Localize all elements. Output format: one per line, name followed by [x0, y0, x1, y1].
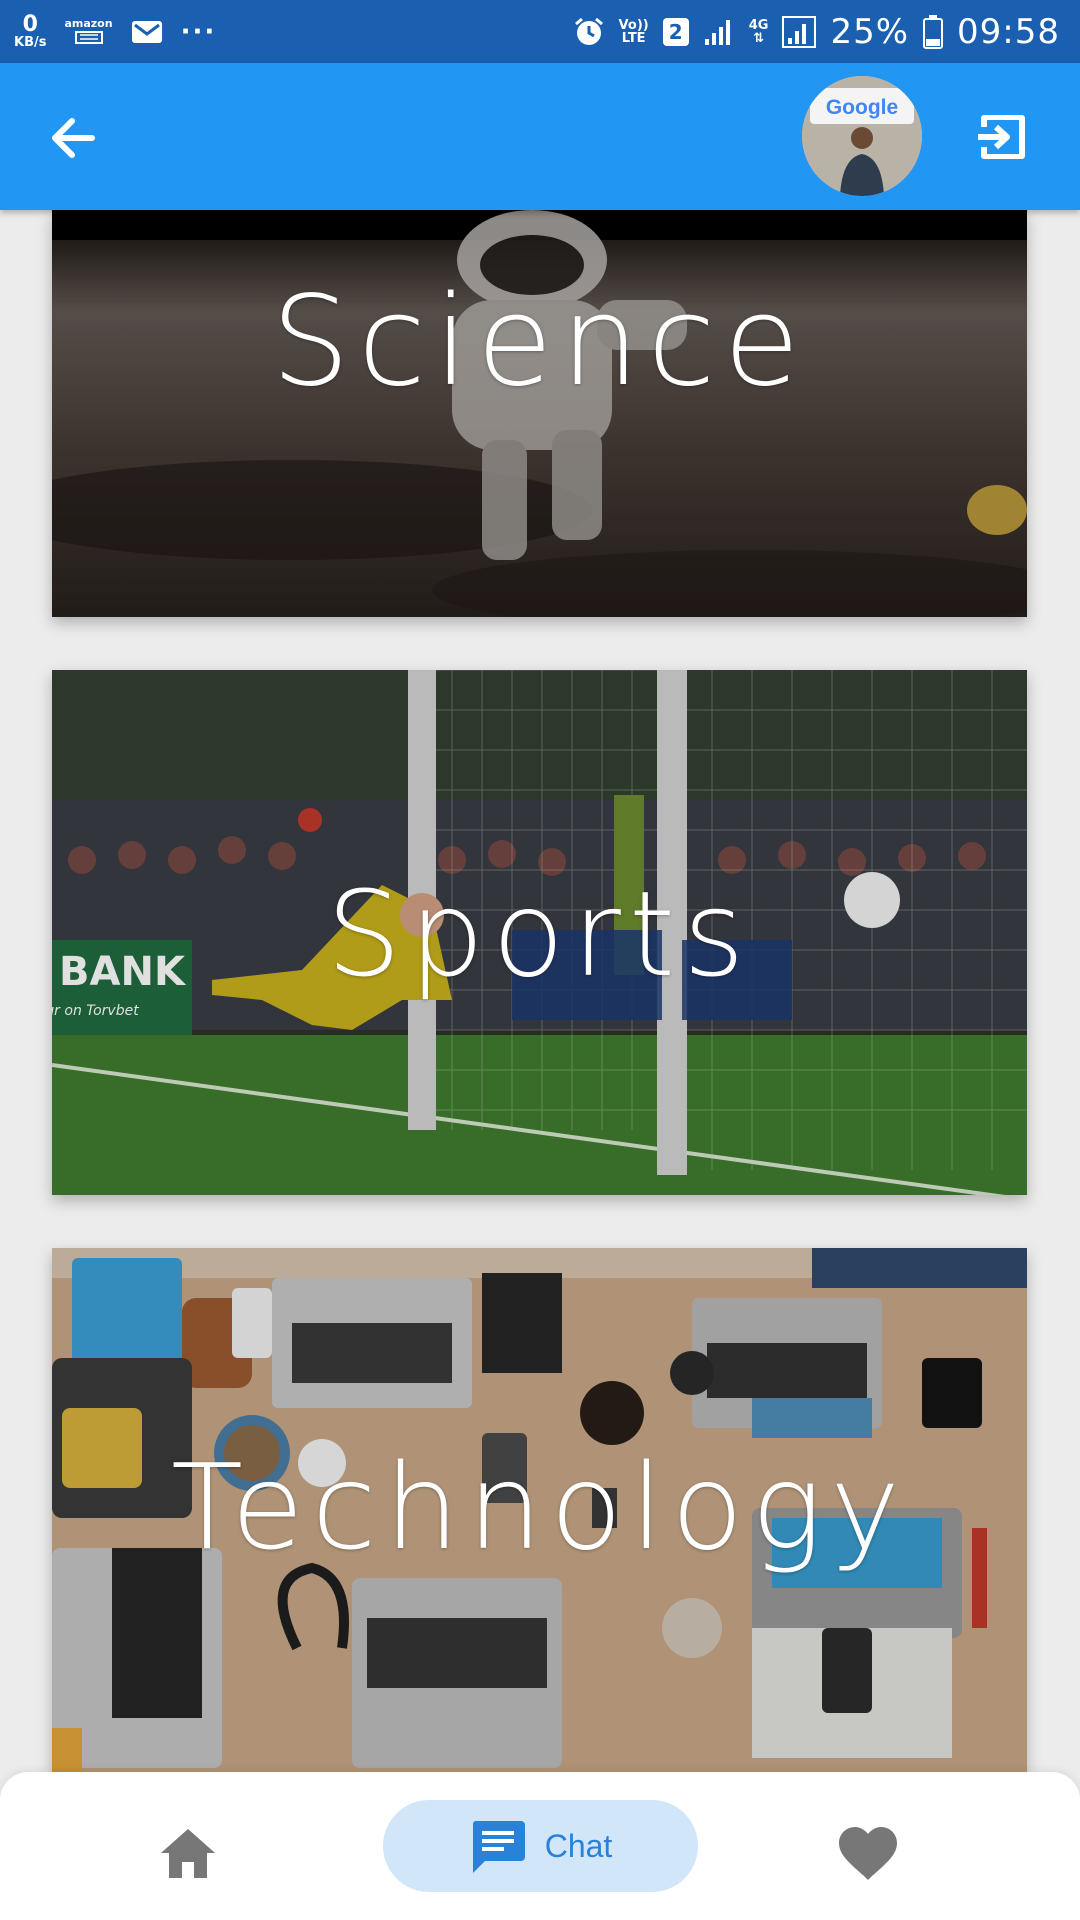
app-bar: Google [0, 63, 1080, 210]
category-card-sports[interactable]: BANK ur on Torvbet Sports [52, 670, 1027, 1195]
battery-icon [923, 14, 944, 49]
speed-value: 0 [22, 12, 38, 37]
speed-unit: KB/s [14, 35, 47, 50]
volte-indicator: Vo)) LTE [619, 19, 649, 45]
home-icon[interactable] [159, 1826, 217, 1880]
bottom-navigation: Chat [0, 1772, 1080, 1920]
logout-icon[interactable] [974, 109, 1030, 165]
arrow-back-icon[interactable] [46, 111, 100, 165]
heart-icon[interactable] [838, 1826, 898, 1882]
nav-chat-label: Chat [544, 1827, 613, 1864]
sim-badge: 2 [662, 17, 689, 46]
card-title-technology: Technology [171, 1438, 908, 1576]
signal-icon [782, 15, 817, 48]
alarm-icon [574, 17, 603, 45]
clock: 09:58 [957, 11, 1060, 52]
nav-chat-button[interactable]: Chat [383, 1800, 698, 1892]
amazon-label: amazon [64, 17, 113, 31]
battery-percent: 25% [830, 11, 910, 52]
network-label: 4G [748, 17, 769, 33]
network-type: 4G ⇅ [748, 17, 769, 46]
avatar[interactable]: Google [802, 76, 922, 196]
signal-icon [704, 19, 730, 45]
amazon-icon: amazon [64, 17, 113, 44]
network-speed: 0 KB/s [14, 12, 47, 50]
card-title-science: Science [271, 270, 808, 414]
volte-top: Vo)) [618, 17, 649, 33]
category-card-science[interactable]: Science [52, 210, 1027, 617]
category-card-technology[interactable]: Technology [52, 1248, 1027, 1772]
chat-icon [472, 1821, 525, 1873]
mail-icon [131, 20, 162, 43]
volte-bottom: LTE [621, 30, 646, 46]
more-notifications: ··· [180, 16, 217, 47]
status-bar: 0 KB/s amazon ··· Vo)) LTE 2 4G ⇅ 25% 09… [0, 0, 1080, 63]
avatar-sign: Google [826, 96, 898, 119]
card-title-sports: Sports [326, 865, 753, 1003]
